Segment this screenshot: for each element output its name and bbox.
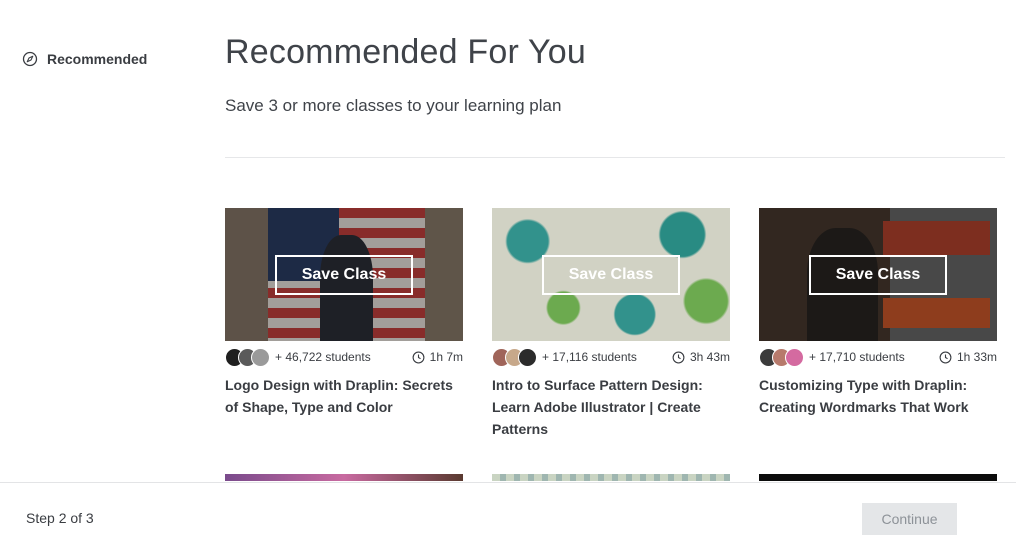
class-thumbnail-partial[interactable] <box>492 474 730 481</box>
class-meta: + 17,710 students 1h 33m <box>759 347 997 367</box>
class-card: Save Class + 17,710 students 1h 33m Cust… <box>759 208 997 418</box>
class-duration: 1h 33m <box>939 350 997 364</box>
clock-icon <box>672 351 685 363</box>
save-class-button[interactable]: Save Class <box>809 255 947 295</box>
avatar <box>785 347 804 367</box>
class-duration: 3h 43m <box>672 350 730 364</box>
class-duration: 1h 7m <box>412 350 463 364</box>
student-count: + 46,722 students <box>275 350 371 364</box>
sidebar: Recommended <box>22 51 147 67</box>
student-avatars <box>492 347 537 367</box>
clock-icon <box>412 351 425 363</box>
class-thumbnail[interactable]: Save Class <box>225 208 463 341</box>
footer-bar: Step 2 of 3 Continue <box>0 482 1016 551</box>
class-card: Save Class + 17,116 students 3h 43m Intr… <box>492 208 730 440</box>
sidebar-item-recommended[interactable]: Recommended <box>22 51 147 67</box>
step-indicator: Step 2 of 3 <box>26 510 94 526</box>
duration-text: 1h 33m <box>956 350 997 364</box>
page: Recommended Recommended For You Save 3 o… <box>0 0 1016 551</box>
class-title[interactable]: Logo Design with Draplin: Secrets of Sha… <box>225 374 463 418</box>
student-avatars <box>225 347 270 367</box>
class-thumbnail-partial[interactable] <box>225 474 463 481</box>
clock-icon <box>939 351 952 363</box>
student-count: + 17,710 students <box>809 350 905 364</box>
page-title: Recommended For You <box>225 33 587 71</box>
class-grid: Save Class + 46,722 students 1h 7m Logo … <box>225 208 1005 481</box>
class-title[interactable]: Intro to Surface Pattern Design: Learn A… <box>492 374 730 440</box>
save-class-button[interactable]: Save Class <box>542 255 680 295</box>
page-subtitle: Save 3 or more classes to your learning … <box>225 96 562 115</box>
sidebar-item-label: Recommended <box>47 51 148 67</box>
class-thumbnail[interactable]: Save Class <box>759 208 997 341</box>
duration-text: 1h 7m <box>429 350 463 364</box>
student-avatars <box>759 347 804 367</box>
class-meta: + 46,722 students 1h 7m <box>225 347 463 367</box>
divider <box>225 157 1005 158</box>
compass-icon <box>22 51 38 67</box>
class-thumbnail[interactable]: Save Class <box>492 208 730 341</box>
student-count: + 17,116 students <box>542 350 637 364</box>
class-title[interactable]: Customizing Type with Draplin: Creating … <box>759 374 997 418</box>
avatar <box>518 347 537 367</box>
continue-button[interactable]: Continue <box>862 503 957 535</box>
class-thumbnail-partial[interactable] <box>759 474 997 481</box>
save-class-button[interactable]: Save Class <box>275 255 413 295</box>
duration-text: 3h 43m <box>689 350 730 364</box>
class-meta: + 17,116 students 3h 43m <box>492 347 730 367</box>
class-card: Save Class + 46,722 students 1h 7m Logo … <box>225 208 463 418</box>
avatar <box>251 347 270 367</box>
